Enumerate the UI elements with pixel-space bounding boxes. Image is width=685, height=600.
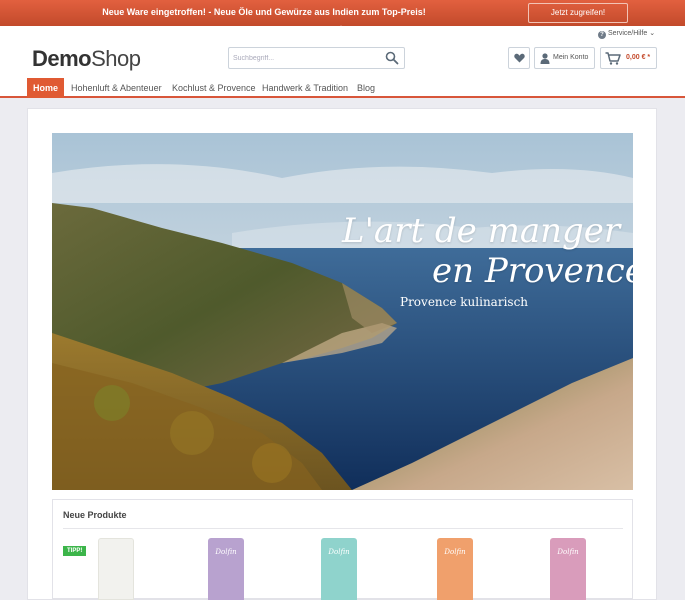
cart-icon xyxy=(605,52,621,65)
product-label: Dolfin xyxy=(557,548,579,556)
hero-landscape-image xyxy=(52,133,633,490)
product-item[interactable] xyxy=(98,538,134,600)
cart-button[interactable]: 0,00 € * xyxy=(600,47,657,69)
heart-icon xyxy=(514,53,525,63)
service-label: Service/Hilfe xyxy=(607,30,648,37)
product-item[interactable]: Dolfin xyxy=(321,538,357,600)
search-icon[interactable] xyxy=(385,51,399,65)
logo-bold: Demo xyxy=(32,46,92,71)
logo-light: Shop xyxy=(91,46,141,71)
nav-item-blog[interactable]: Blog xyxy=(357,78,375,98)
logo[interactable]: DemoShop xyxy=(32,46,141,72)
tip-badge: TIPP! xyxy=(63,546,87,556)
divider xyxy=(63,528,623,529)
product-label: Dolfin xyxy=(444,548,466,556)
user-icon xyxy=(540,53,550,64)
hero-title-line2: en Provence xyxy=(432,251,633,291)
search-box xyxy=(228,47,405,69)
new-products-section: Neue Produkte TIPP! Dolfin Dolfin Dolfin… xyxy=(52,499,633,600)
hero-title-line1: L'art de manger xyxy=(342,211,621,251)
cart-total: 0,00 € * xyxy=(626,54,651,61)
promo-text: Neue Ware eingetroffen! - Neue Öle und G… xyxy=(102,7,426,17)
content-area: L'art de manger en Provence Provence kul… xyxy=(27,108,657,600)
hero-banner[interactable]: L'art de manger en Provence Provence kul… xyxy=(52,133,633,490)
nav-item-hohenluft[interactable]: Hohenluft & Abenteuer xyxy=(71,78,162,98)
hero-subtitle: Provence kulinarisch xyxy=(400,295,529,309)
section-title: Neue Produkte xyxy=(63,510,127,520)
search-input[interactable] xyxy=(233,52,378,64)
product-label: Dolfin xyxy=(215,548,237,556)
main-nav: Home Hohenluft & Abenteuer Kochlust & Pr… xyxy=(0,78,685,98)
product-item[interactable]: Dolfin xyxy=(550,538,586,600)
account-label: Mein Konto xyxy=(553,54,589,61)
help-icon: ? xyxy=(598,31,606,39)
product-label: Dolfin xyxy=(328,548,350,556)
promo-bar: Neue Ware eingetroffen! - Neue Öle und G… xyxy=(0,0,685,26)
promo-cta-button[interactable]: Jetzt zugreifen! xyxy=(528,3,628,23)
nav-item-kochlust[interactable]: Kochlust & Provence xyxy=(172,78,256,98)
nav-item-handwerk[interactable]: Handwerk & Tradition xyxy=(262,78,348,98)
account-button[interactable]: Mein Konto xyxy=(534,47,595,69)
chevron-down-icon: ⌄ xyxy=(649,30,656,37)
product-item[interactable]: Dolfin xyxy=(437,538,473,600)
service-menu[interactable]: ? Service/Hilfe ⌄ xyxy=(598,29,655,39)
wishlist-button[interactable] xyxy=(508,47,530,69)
product-item[interactable]: Dolfin xyxy=(208,538,244,600)
nav-item-home[interactable]: Home xyxy=(27,78,65,98)
